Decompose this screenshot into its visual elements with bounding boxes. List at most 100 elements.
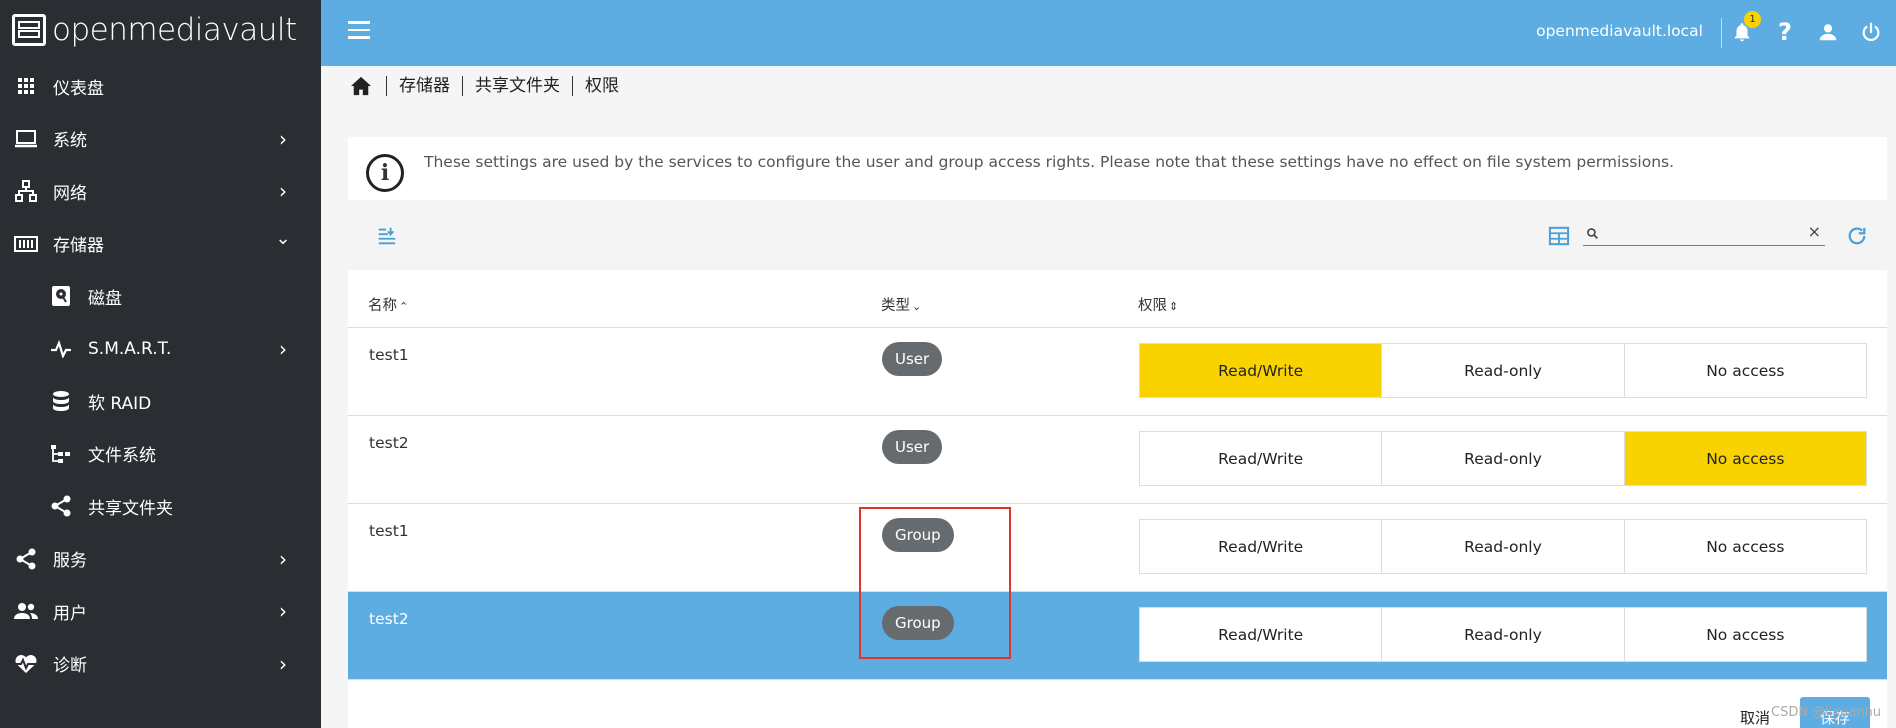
users-icon bbox=[14, 599, 38, 623]
breadcrumb-storage[interactable]: 存储器 bbox=[386, 76, 462, 96]
search-input[interactable] bbox=[1605, 224, 1785, 244]
help-icon[interactable]: ? bbox=[1772, 18, 1798, 46]
cancel-button[interactable]: 取消 bbox=[1740, 707, 1770, 728]
table-header: 名称 ⌃ 类型 ⌄ 权限 ⇕ bbox=[348, 270, 1887, 328]
notification-badge: 1 bbox=[1744, 11, 1761, 28]
no-access-button[interactable]: No access bbox=[1625, 520, 1866, 573]
sidebar-item-10[interactable]: 用户 › bbox=[0, 585, 321, 638]
no-access-button[interactable]: No access bbox=[1625, 608, 1866, 661]
column-type[interactable]: 类型 ⌄ bbox=[881, 294, 921, 315]
read-write-button[interactable]: Read/Write bbox=[1140, 608, 1383, 661]
read-only-button[interactable]: Read-only bbox=[1382, 344, 1625, 397]
chevron-right-icon: › bbox=[279, 179, 287, 204]
share-icon bbox=[49, 494, 73, 518]
sort-icon: ⇕ bbox=[1169, 300, 1179, 313]
refresh-icon[interactable] bbox=[1845, 224, 1869, 248]
chevron-right-icon: › bbox=[279, 546, 287, 571]
chevron-right-icon: › bbox=[279, 599, 287, 624]
read-write-button[interactable]: Read/Write bbox=[1140, 520, 1383, 573]
clear-search-icon[interactable]: × bbox=[1808, 222, 1821, 241]
sidebar-item-2[interactable]: 网络 › bbox=[0, 165, 321, 218]
filesystem-icon bbox=[49, 442, 73, 466]
toggle-columns-icon[interactable] bbox=[375, 224, 399, 248]
row-name: test1 bbox=[369, 346, 409, 364]
info-icon: i bbox=[366, 154, 404, 192]
info-panel: i These settings are used by the service… bbox=[348, 137, 1887, 200]
breadcrumb-permissions: 权限 bbox=[572, 76, 631, 96]
sort-desc-icon: ⌄ bbox=[912, 300, 922, 313]
sidebar-item-4[interactable]: 磁盘 bbox=[0, 270, 321, 323]
sidebar-item-label: S.M.A.R.T. bbox=[88, 338, 172, 359]
sidebar-item-label: 服务 bbox=[53, 551, 87, 572]
sidebar-nav: 仪表盘 系统 › 网络 › 存储器 ⌄ 磁盘 S.M.A.R.T. › 软 RAID 文件系统 共享文件… bbox=[0, 60, 321, 690]
power-icon[interactable] bbox=[1858, 19, 1884, 45]
brand[interactable]: openmediavault bbox=[0, 0, 321, 60]
sidebar-item-label: 软 RAID bbox=[88, 393, 152, 414]
info-text: These settings are used by the services … bbox=[424, 153, 1675, 171]
read-only-button[interactable]: Read-only bbox=[1382, 608, 1625, 661]
divider bbox=[1721, 18, 1722, 48]
brand-name: openmediavault bbox=[52, 12, 297, 48]
row-name: test2 bbox=[369, 434, 409, 452]
table-row[interactable]: test2 User Read/Write Read-only No access bbox=[348, 416, 1887, 504]
row-name: test2 bbox=[369, 610, 409, 628]
search-icon bbox=[1586, 225, 1599, 244]
watermark: CSDN @lixuanhu bbox=[1771, 705, 1882, 720]
sidebar-item-11[interactable]: 诊断 › bbox=[0, 638, 321, 691]
table-view-icon[interactable] bbox=[1547, 224, 1571, 248]
read-only-button[interactable]: Read-only bbox=[1382, 432, 1625, 485]
sidebar-item-label: 存储器 bbox=[53, 236, 104, 257]
sidebar-item-label: 仪表盘 bbox=[53, 78, 104, 99]
permission-toggle-group: Read/Write Read-only No access bbox=[1139, 431, 1867, 486]
read-write-button[interactable]: Read/Write bbox=[1140, 432, 1383, 485]
search-field[interactable]: × bbox=[1583, 222, 1825, 246]
sidebar-item-3[interactable]: 存储器 ⌄ bbox=[0, 218, 321, 271]
sidebar-item-9[interactable]: 服务 › bbox=[0, 533, 321, 586]
sidebar-item-6[interactable]: 软 RAID bbox=[0, 375, 321, 428]
table-row[interactable]: test1 Group Read/Write Read-only No access bbox=[348, 504, 1887, 592]
sidebar-item-label: 网络 bbox=[53, 183, 87, 204]
permissions-card: i These settings are used by the service… bbox=[348, 137, 1887, 728]
hostname: openmediavault.local bbox=[1536, 22, 1703, 40]
pulse-icon bbox=[49, 337, 73, 361]
bell-icon[interactable]: 1 bbox=[1729, 11, 1761, 45]
read-only-button[interactable]: Read-only bbox=[1382, 520, 1625, 573]
network-icon bbox=[14, 179, 38, 203]
sidebar-item-label: 诊断 bbox=[53, 656, 87, 677]
user-icon[interactable] bbox=[1815, 19, 1841, 45]
grid-icon bbox=[14, 74, 38, 98]
permission-toggle-group: Read/Write Read-only No access bbox=[1139, 519, 1867, 574]
read-write-button[interactable]: Read/Write bbox=[1140, 344, 1383, 397]
no-access-button[interactable]: No access bbox=[1625, 344, 1866, 397]
type-chip: User bbox=[882, 430, 943, 464]
type-chip: User bbox=[882, 342, 943, 376]
no-access-button[interactable]: No access bbox=[1624, 432, 1866, 485]
sidebar-item-0[interactable]: 仪表盘 bbox=[0, 60, 321, 113]
sidebar-item-label: 文件系统 bbox=[88, 446, 156, 467]
permission-toggle-group: Read/Write Read-only No access bbox=[1139, 607, 1867, 662]
column-name-label: 名称 bbox=[368, 298, 397, 314]
breadcrumb: 存储器 共享文件夹 权限 bbox=[350, 76, 631, 96]
column-permissions[interactable]: 权限 ⇕ bbox=[1138, 294, 1178, 315]
heartbeat-icon bbox=[14, 652, 38, 676]
sidebar-item-1[interactable]: 系统 › bbox=[0, 113, 321, 166]
chevron-right-icon: › bbox=[279, 651, 287, 676]
sidebar-item-5[interactable]: S.M.A.R.T. › bbox=[0, 323, 321, 376]
annotation-highlight bbox=[859, 507, 1011, 659]
sidebar-item-label: 系统 bbox=[53, 131, 87, 152]
sidebar-item-label: 用户 bbox=[53, 603, 87, 624]
row-name: test1 bbox=[369, 522, 409, 540]
column-permissions-label: 权限 bbox=[1138, 298, 1167, 314]
top-bar: openmediavault.local 1 ? bbox=[321, 0, 1896, 66]
sidebar-item-8[interactable]: 共享文件夹 bbox=[0, 480, 321, 533]
table-row[interactable]: test1 User Read/Write Read-only No access bbox=[348, 328, 1887, 416]
home-icon[interactable] bbox=[350, 76, 372, 96]
table-row[interactable]: test2 Group Read/Write Read-only No access bbox=[348, 592, 1887, 680]
chevron-right-icon: › bbox=[279, 126, 287, 151]
breadcrumb-shared-folders[interactable]: 共享文件夹 bbox=[462, 76, 572, 96]
column-name[interactable]: 名称 ⌃ bbox=[368, 294, 408, 315]
menu-icon[interactable] bbox=[348, 21, 370, 41]
sidebar: openmediavault 仪表盘 系统 › 网络 › 存储器 ⌄ 磁盘 S.M.A.R.T.… bbox=[0, 0, 321, 728]
toolbar: × bbox=[348, 200, 1887, 270]
sidebar-item-7[interactable]: 文件系统 bbox=[0, 428, 321, 481]
